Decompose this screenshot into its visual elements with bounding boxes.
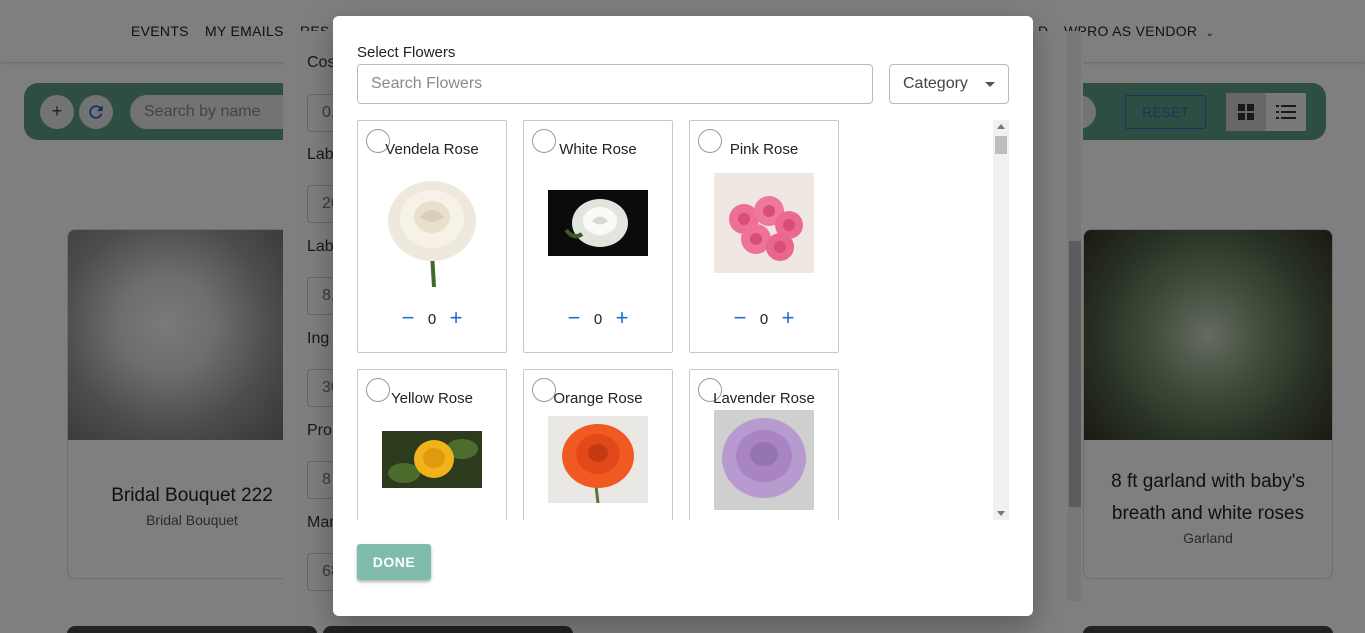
flower-card[interactable]: White Rose − 0 + — [523, 120, 673, 353]
flower-card[interactable]: Pink Rose − 0 + — [689, 120, 839, 353]
flower-card[interactable]: Orange Rose − 0 + — [523, 369, 673, 520]
flower-name: Lavender Rose — [713, 390, 815, 407]
done-button[interactable]: DONE — [357, 544, 431, 580]
category-select[interactable]: Category — [889, 64, 1009, 104]
quantity-stepper: − 0 + — [524, 307, 672, 329]
dialog-title: Select Flowers — [357, 44, 456, 61]
lavender-rose-image — [714, 410, 814, 510]
quantity-stepper: − 0 + — [690, 307, 838, 329]
flower-name: Orange Rose — [553, 390, 643, 407]
quantity-stepper: − 0 + — [358, 307, 506, 329]
flower-grid-scrollbar[interactable] — [993, 120, 1009, 520]
flower-name: Pink Rose — [729, 141, 799, 158]
flower-card[interactable]: Vendela Rose − 0 + — [357, 120, 507, 353]
quantity-value: 0 — [759, 310, 769, 328]
increment-button[interactable]: + — [778, 307, 798, 329]
decrement-button[interactable]: − — [730, 307, 750, 329]
scroll-down-icon[interactable] — [997, 511, 1005, 516]
flower-grid: Vendela Rose − 0 + White Rose − 0 + Pink… — [357, 120, 1009, 520]
increment-button[interactable]: + — [446, 307, 466, 329]
increment-button[interactable]: + — [612, 307, 632, 329]
decrement-button[interactable]: − — [564, 307, 584, 329]
flower-card[interactable]: Yellow Rose − 0 + — [357, 369, 507, 520]
category-label: Category — [903, 75, 968, 92]
orange-rose-image — [548, 416, 648, 503]
select-flowers-dialog: Select Flowers Category Vendela Rose − 0… — [333, 16, 1033, 616]
yellow-rose-image — [382, 431, 482, 488]
decrement-button[interactable]: − — [398, 307, 418, 329]
quantity-value: 0 — [593, 310, 603, 328]
caret-down-icon — [985, 82, 995, 87]
scrollbar-thumb[interactable] — [995, 136, 1007, 154]
flower-card[interactable]: Lavender Rose − 0 + — [689, 369, 839, 520]
white-rose-image — [548, 190, 648, 256]
quantity-value: 0 — [427, 310, 437, 328]
flower-name: White Rose — [559, 141, 637, 158]
search-flowers-input[interactable] — [357, 64, 873, 104]
pink-rose-image — [714, 173, 814, 273]
flower-name: Yellow Rose — [391, 390, 473, 407]
vendela-rose-image — [382, 173, 482, 287]
scroll-up-icon[interactable] — [997, 124, 1005, 129]
flower-name: Vendela Rose — [385, 141, 479, 158]
